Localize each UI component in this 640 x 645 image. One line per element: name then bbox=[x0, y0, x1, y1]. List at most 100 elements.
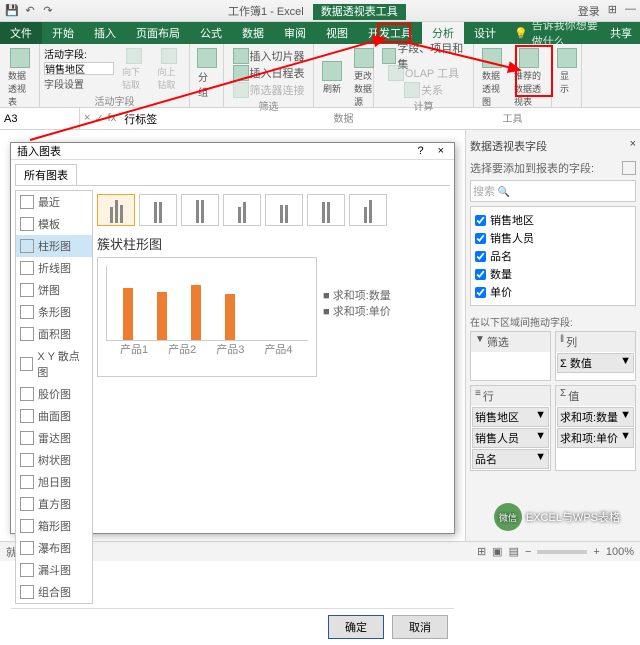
tab-design[interactable]: 设计 bbox=[464, 22, 506, 44]
field-settings-button[interactable]: 字段设置 bbox=[44, 76, 114, 91]
pivot-icon bbox=[10, 48, 30, 68]
view-page-icon[interactable]: ▣ bbox=[492, 545, 502, 558]
pivot-chart-button[interactable]: 数据透视图 bbox=[478, 46, 506, 110]
subtype-100stacked[interactable] bbox=[181, 194, 219, 226]
pivot-table-button[interactable]: 数据透视表 bbox=[4, 46, 35, 110]
tab-view[interactable]: 视图 bbox=[316, 22, 358, 44]
name-box[interactable]: A3 bbox=[0, 108, 80, 129]
view-break-icon[interactable]: ▤ bbox=[509, 545, 519, 558]
subtype-stacked[interactable] bbox=[139, 194, 177, 226]
fx-icon[interactable]: fx bbox=[108, 112, 117, 125]
tell-me[interactable]: 💡告诉我你想要做什么 bbox=[506, 22, 602, 44]
dialog-close-icon[interactable]: × bbox=[434, 145, 448, 157]
relation-icon bbox=[404, 82, 420, 98]
type-column[interactable]: 柱形图 bbox=[16, 235, 92, 257]
ribbon-options-icon[interactable]: ⊞ bbox=[608, 3, 617, 19]
field-check-qty[interactable]: 数量 bbox=[475, 265, 631, 283]
row-item-name: 品名▼ bbox=[472, 449, 549, 469]
type-waterfall[interactable]: 瀑布图 bbox=[16, 537, 92, 559]
tab-layout[interactable]: 页面布局 bbox=[126, 22, 190, 44]
field-search-input[interactable]: 搜索 🔍 bbox=[470, 180, 636, 202]
group-label-data: 数据 bbox=[318, 110, 369, 125]
type-radar[interactable]: 雷达图 bbox=[16, 427, 92, 449]
watermark: 微信 EXCEL与WPS表格 bbox=[494, 503, 620, 531]
subtype-clustered[interactable] bbox=[97, 194, 135, 226]
fields-items-sets-button[interactable]: 字段、项目和集 bbox=[378, 48, 469, 64]
dialog-help-icon[interactable]: ? bbox=[417, 145, 423, 157]
cancel-formula-icon[interactable]: × bbox=[84, 112, 90, 125]
insert-slicer-button[interactable]: 插入切片器 bbox=[228, 48, 309, 64]
group-button[interactable]: 分组 bbox=[194, 46, 219, 101]
share-button[interactable]: 共享 bbox=[602, 22, 640, 44]
columns-area[interactable]: ‖ 列Σ 数值▼ bbox=[555, 331, 636, 381]
tab-review[interactable]: 审阅 bbox=[274, 22, 316, 44]
tab-formula[interactable]: 公式 bbox=[190, 22, 232, 44]
type-template[interactable]: 模板 bbox=[16, 213, 92, 235]
olap-icon bbox=[388, 65, 404, 81]
subtype-3d-stacked[interactable] bbox=[265, 194, 303, 226]
tab-insert[interactable]: 插入 bbox=[84, 22, 126, 44]
group-label-tools: 工具 bbox=[478, 110, 547, 125]
type-boxwhisker[interactable]: 箱形图 bbox=[16, 515, 92, 537]
gear-icon[interactable] bbox=[622, 161, 636, 175]
cancel-button[interactable]: 取消 bbox=[392, 615, 448, 639]
group-icon bbox=[197, 48, 217, 68]
pane-close-icon[interactable]: × bbox=[630, 138, 636, 154]
field-check-region[interactable]: 销售地区 bbox=[475, 211, 631, 229]
filter-area[interactable]: ▼ 筛选 bbox=[470, 331, 551, 381]
group-label-active-field: 活动字段 bbox=[44, 93, 185, 108]
zoom-in-icon[interactable]: + bbox=[593, 546, 599, 558]
bulb-icon: 💡 bbox=[514, 27, 528, 40]
val-item-qty: 求和项:数量▼ bbox=[557, 407, 634, 427]
field-check-sales[interactable]: 销售人员 bbox=[475, 229, 631, 247]
filter-conn-icon bbox=[233, 82, 249, 98]
type-line[interactable]: 折线图 bbox=[16, 257, 92, 279]
type-histogram[interactable]: 直方图 bbox=[16, 493, 92, 515]
type-combo[interactable]: 组合图 bbox=[16, 581, 92, 603]
refresh-button[interactable]: 刷新 bbox=[318, 46, 346, 110]
group-label-calc: 计算 bbox=[378, 98, 469, 113]
tab-home[interactable]: 开始 bbox=[42, 22, 84, 44]
field-check-price[interactable]: 单价 bbox=[475, 283, 631, 301]
tab-data[interactable]: 数据 bbox=[232, 22, 274, 44]
tab-file[interactable]: 文件 bbox=[0, 22, 42, 44]
subtype-3d-100[interactable] bbox=[307, 194, 345, 226]
undo-icon[interactable]: ↶ bbox=[22, 3, 38, 19]
type-surface[interactable]: 曲面图 bbox=[16, 405, 92, 427]
view-normal-icon[interactable]: ⊞ bbox=[477, 545, 486, 558]
drill-up-button: 向上钻取 bbox=[154, 46, 186, 93]
active-field-input[interactable] bbox=[44, 62, 114, 75]
recommend-pivot-button[interactable]: 推荐的数据透视表 bbox=[510, 46, 547, 110]
ribbon-tabs: 文件 开始 插入 页面布局 公式 数据 审阅 视图 开发工具 分析 设计 💡告诉… bbox=[0, 22, 640, 44]
type-stock[interactable]: 股价图 bbox=[16, 383, 92, 405]
tab-all-charts[interactable]: 所有图表 bbox=[15, 164, 77, 185]
zoom-slider[interactable] bbox=[537, 550, 587, 554]
chart-preview[interactable]: 产品1产品2产品3产品4 bbox=[97, 257, 317, 377]
minimize-icon[interactable]: — bbox=[625, 3, 636, 19]
rows-area[interactable]: ≡ 行 销售地区▼ 销售人员▼ 品名▼ bbox=[470, 385, 551, 471]
type-treemap[interactable]: 树状图 bbox=[16, 449, 92, 471]
field-check-name[interactable]: 品名 bbox=[475, 247, 631, 265]
type-sunburst[interactable]: 旭日图 bbox=[16, 471, 92, 493]
legend-qty: 求和项:数量 bbox=[333, 290, 391, 302]
type-area[interactable]: 面积图 bbox=[16, 323, 92, 345]
column-icon bbox=[20, 239, 34, 253]
type-xy[interactable]: X Y 散点图 bbox=[16, 345, 92, 383]
type-bar[interactable]: 条形图 bbox=[16, 301, 92, 323]
type-pie[interactable]: 饼图 bbox=[16, 279, 92, 301]
col-item-values: Σ 数值▼ bbox=[557, 353, 634, 373]
type-funnel[interactable]: 漏斗图 bbox=[16, 559, 92, 581]
subtype-3d-clustered[interactable] bbox=[223, 194, 261, 226]
insert-timeline-button[interactable]: 插入日程表 bbox=[228, 65, 309, 81]
values-area[interactable]: Σ 值 求和项:数量▼ 求和项:单价▼ bbox=[555, 385, 636, 471]
save-icon[interactable]: 💾 bbox=[4, 3, 20, 19]
subtype-3d[interactable] bbox=[349, 194, 387, 226]
zoom-level[interactable]: 100% bbox=[606, 546, 634, 558]
redo-icon[interactable]: ↷ bbox=[40, 3, 56, 19]
type-recent[interactable]: 最近 bbox=[16, 191, 92, 213]
ok-button[interactable]: 确定 bbox=[328, 615, 384, 639]
show-button[interactable]: 显示 bbox=[556, 46, 577, 97]
drill-up-icon bbox=[161, 48, 177, 64]
enter-formula-icon[interactable]: ✓ bbox=[94, 112, 103, 125]
zoom-out-icon[interactable]: − bbox=[525, 546, 531, 558]
